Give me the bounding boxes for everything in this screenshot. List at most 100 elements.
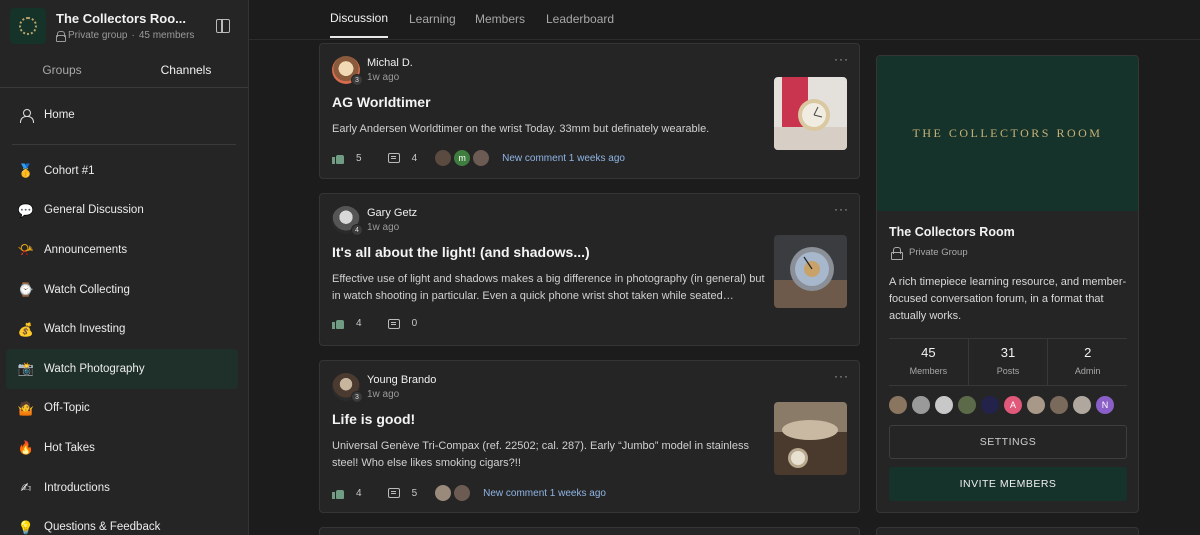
medal-icon: 🥇	[17, 163, 35, 179]
post-author[interactable]: Michal D.	[367, 57, 413, 69]
sidebar-item-label: Watch Photography	[44, 362, 145, 375]
post-card[interactable]: 4 Gary Getz 1w ago ··· It's all about th…	[319, 193, 860, 346]
user-icon	[18, 107, 34, 123]
post-card[interactable]: 3 Young Brando 1w ago ··· Life is good! …	[319, 360, 860, 513]
like-icon[interactable]	[332, 488, 344, 499]
new-comment-link[interactable]: New comment 1 weeks ago	[483, 488, 606, 499]
avatar[interactable]	[1027, 396, 1045, 414]
new-comment-link[interactable]: New comment 1 weeks ago	[502, 153, 625, 164]
like-icon[interactable]	[332, 318, 344, 329]
like-count: 4	[356, 318, 362, 329]
tab-discussion[interactable]: Discussion	[330, 0, 389, 38]
group-banner: THE COLLECTORS ROOM	[877, 56, 1138, 211]
sidebar-item-hot-takes[interactable]: 🔥 Hot Takes	[6, 428, 238, 468]
avatar[interactable]	[981, 396, 999, 414]
group-logo	[10, 8, 46, 44]
commenter-avatar[interactable]	[473, 150, 490, 166]
avatar[interactable]	[1050, 396, 1068, 414]
sidebar-collapse-icon[interactable]	[216, 19, 230, 33]
stat-number: 31	[1000, 345, 1016, 360]
sidebar: The Collectors Roo... Private group · 45…	[0, 0, 249, 535]
comment-icon[interactable]	[387, 153, 400, 163]
sidebar-item-introductions[interactable]: ✍ Introductions	[6, 468, 238, 508]
post-author[interactable]: Gary Getz	[367, 207, 417, 219]
comment-icon[interactable]	[387, 318, 400, 329]
level-badge: 3	[351, 391, 363, 403]
tab-leaderboard[interactable]: Leaderboard	[546, 0, 614, 38]
comment-icon[interactable]	[387, 488, 400, 498]
sidebar-item-watch-investing[interactable]: 💰 Watch Investing	[6, 309, 238, 349]
avatar[interactable]: A	[1004, 396, 1022, 414]
fire-icon: 🔥	[17, 440, 35, 456]
sidebar-item-off-topic[interactable]: 🤷 Off-Topic	[6, 389, 238, 429]
stat-label: Admin	[1074, 366, 1101, 376]
sidebar-item-watch-collecting[interactable]: ⌚ Watch Collecting	[6, 270, 238, 310]
tab-learning[interactable]: Learning	[409, 0, 456, 38]
meta-separator: ·	[131, 30, 135, 41]
stat-number: 45	[921, 345, 936, 360]
post-card[interactable]	[319, 527, 860, 535]
post-image[interactable]	[774, 77, 847, 150]
settings-button[interactable]: SETTINGS	[889, 425, 1127, 459]
sidebar-item-announcements[interactable]: 📯 Announcements	[6, 230, 238, 270]
group-info-panel: THE COLLECTORS ROOM The Collectors Room …	[876, 55, 1139, 513]
sidebar-item-label: General Discussion	[44, 204, 144, 217]
avatar[interactable]	[935, 396, 953, 414]
member-avatars: A N	[889, 396, 1114, 414]
more-options-icon[interactable]: ···	[834, 202, 849, 216]
commenter-avatar[interactable]	[435, 150, 452, 166]
comment-count: 4	[411, 152, 418, 164]
post-title[interactable]: It's all about the light! (and shadows..…	[332, 244, 590, 260]
invite-members-button[interactable]: INVITE MEMBERS	[889, 467, 1127, 501]
sidebar-item-label: Hot Takes	[44, 441, 95, 454]
nav-divider	[12, 144, 236, 145]
top-tab-bar: Discussion Learning Members Leaderboard	[249, 0, 1200, 40]
panel-group-name: The Collectors Room	[889, 225, 1015, 239]
stat-admin[interactable]: 2 Admin	[1048, 339, 1127, 385]
post-actions: 5 4 m New comment 1 weeks ago	[332, 150, 625, 166]
stat-posts[interactable]: 31 Posts	[969, 339, 1049, 385]
post-title[interactable]: Life is good!	[332, 411, 415, 427]
avatar[interactable]	[912, 396, 930, 414]
commenter-avatar[interactable]	[454, 485, 471, 501]
avatar[interactable]	[1073, 396, 1091, 414]
more-options-icon[interactable]: ···	[834, 52, 849, 66]
post-author[interactable]: Young Brando	[367, 374, 436, 386]
post-card[interactable]: 3 Michal D. 1w ago ··· AG Worldtimer Ear…	[319, 43, 860, 179]
tab-groups[interactable]: Groups	[0, 52, 124, 87]
sidebar-item-cohort-1[interactable]: 🥇 Cohort #1	[6, 151, 238, 191]
money-bag-icon: 💰	[17, 321, 35, 337]
writing-hand-icon: ✍	[20, 480, 32, 496]
megaphone-icon: 📯	[17, 242, 35, 258]
more-options-icon[interactable]: ···	[834, 369, 849, 383]
panel-privacy: Private Group	[891, 247, 968, 260]
post-actions: 4 0	[332, 318, 417, 329]
avatar[interactable]	[889, 396, 907, 414]
sidebar-item-questions-feedback[interactable]: 💡 Questions & Feedback	[6, 507, 238, 535]
sidebar-item-home[interactable]: Home	[6, 88, 238, 142]
post-image[interactable]	[774, 402, 847, 475]
tab-channels[interactable]: Channels	[124, 52, 248, 87]
group-header[interactable]: The Collectors Roo... Private group · 45…	[0, 0, 248, 52]
group-privacy: Private group	[68, 30, 128, 41]
stat-members[interactable]: 45 Members	[889, 339, 969, 385]
post-time: 1w ago	[367, 72, 400, 83]
post-time: 1w ago	[367, 222, 400, 233]
sidebar-card	[876, 527, 1139, 535]
sidebar-item-general-discussion[interactable]: 💬 General Discussion	[6, 191, 238, 231]
like-icon[interactable]	[332, 153, 344, 164]
sidebar-item-label: Watch Investing	[44, 323, 126, 336]
panel-privacy-label: Private Group	[909, 247, 968, 258]
commenter-avatar[interactable]: m	[454, 150, 471, 166]
light-bulb-icon: 💡	[17, 519, 35, 535]
tab-members[interactable]: Members	[475, 0, 525, 38]
stat-label: Members	[909, 366, 948, 376]
stat-number: 2	[1084, 345, 1092, 360]
commenter-avatar[interactable]	[435, 485, 452, 501]
avatar[interactable]: N	[1096, 396, 1114, 414]
post-image[interactable]	[774, 235, 847, 308]
post-title[interactable]: AG Worldtimer	[332, 94, 431, 110]
sidebar-item-label: Watch Collecting	[44, 283, 130, 296]
sidebar-item-watch-photography[interactable]: 📸 Watch Photography	[6, 348, 238, 389]
avatar[interactable]	[958, 396, 976, 414]
